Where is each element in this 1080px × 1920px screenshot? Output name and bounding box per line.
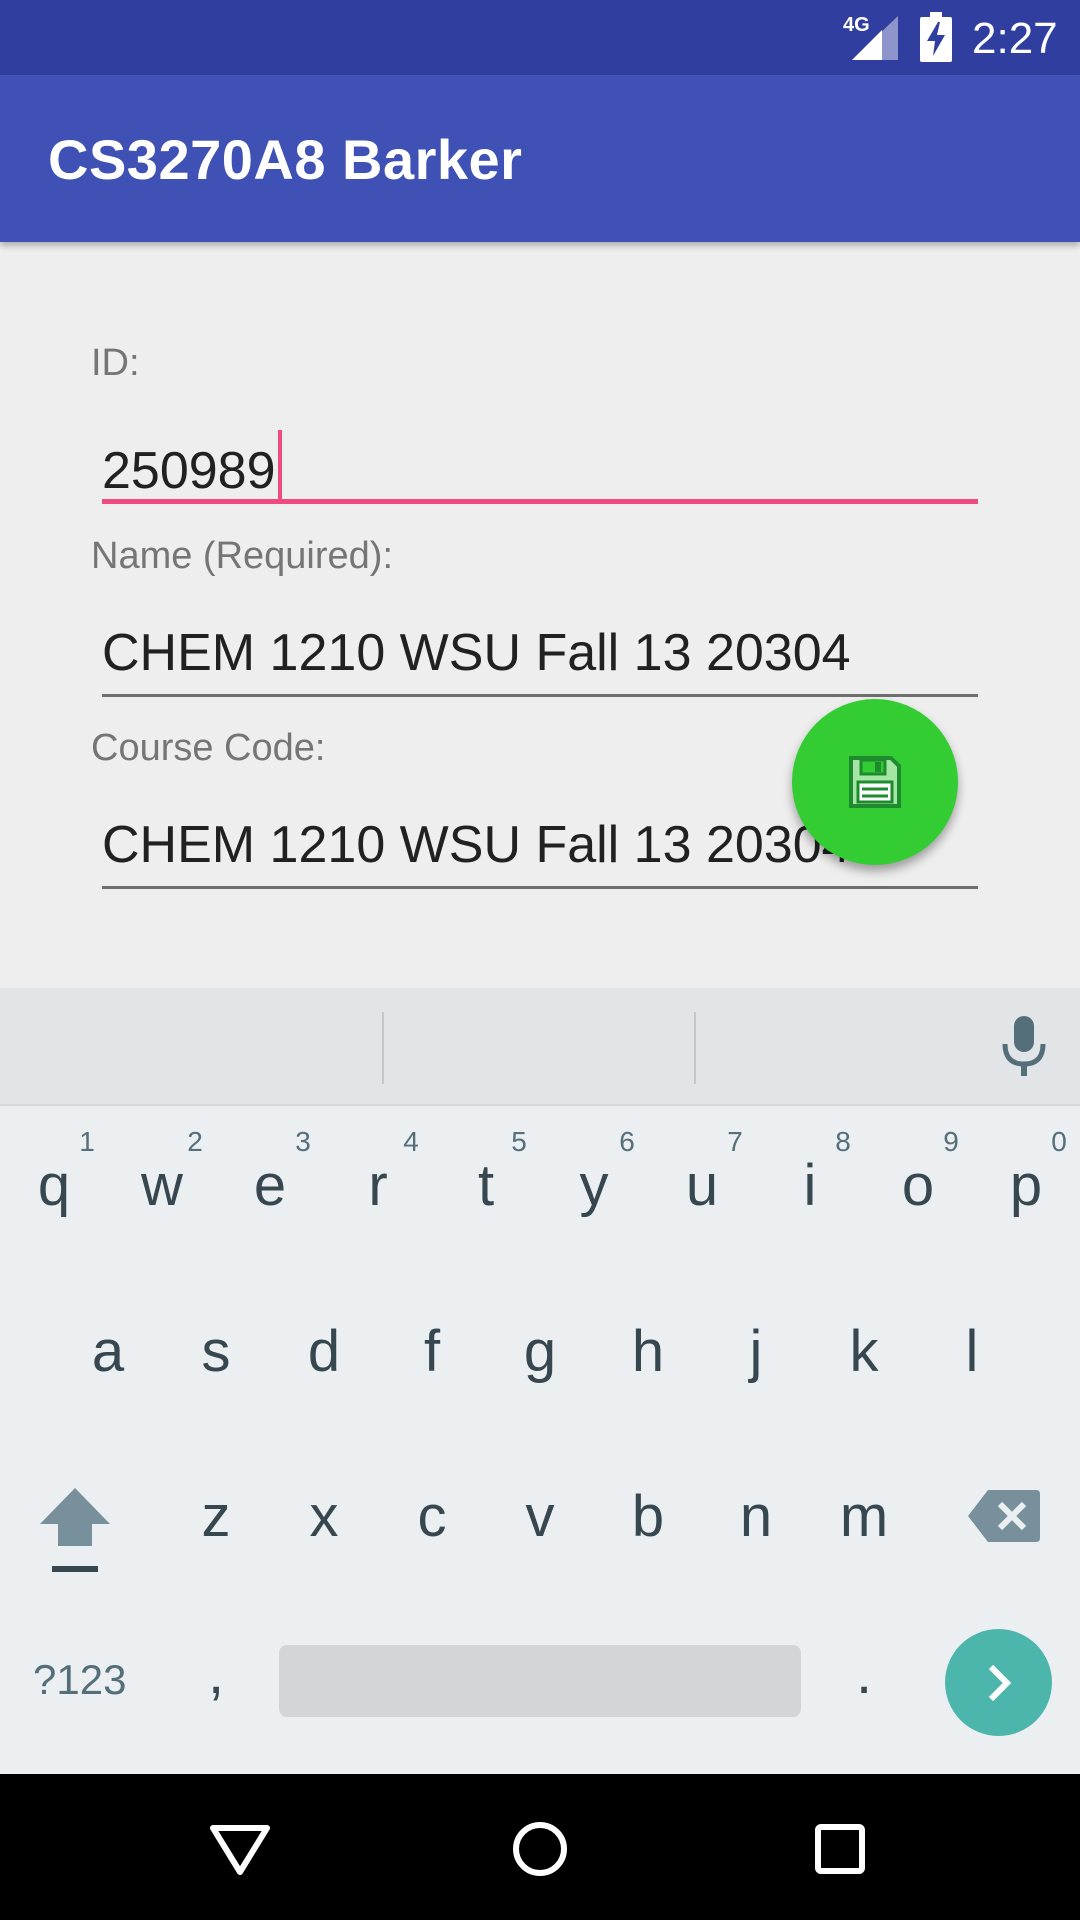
key-d[interactable]: d bbox=[284, 1318, 364, 1385]
enter-key[interactable] bbox=[945, 1629, 1052, 1736]
key-f[interactable]: f bbox=[392, 1318, 472, 1385]
key-z[interactable]: z bbox=[176, 1483, 256, 1550]
id-label: ID: bbox=[91, 342, 140, 384]
key-j[interactable]: j bbox=[716, 1318, 796, 1385]
key-n[interactable]: n bbox=[716, 1483, 796, 1550]
shift-icon[interactable] bbox=[38, 1486, 112, 1576]
key-a[interactable]: a bbox=[68, 1318, 148, 1385]
key-p[interactable]: p bbox=[986, 1152, 1066, 1219]
space-bar[interactable] bbox=[279, 1645, 801, 1717]
enter-arrow-icon bbox=[988, 1664, 1012, 1702]
id-value: 250989 bbox=[102, 442, 276, 500]
key-w[interactable]: w bbox=[122, 1152, 202, 1219]
id-field[interactable]: 250989 bbox=[102, 424, 978, 504]
key-h[interactable]: h bbox=[608, 1318, 688, 1385]
app-title: CS3270A8 Barker bbox=[48, 128, 523, 191]
key-u[interactable]: u bbox=[662, 1152, 742, 1219]
suggestion-divider bbox=[382, 1012, 384, 1084]
backspace-icon[interactable] bbox=[966, 1488, 1042, 1544]
back-icon[interactable] bbox=[195, 1804, 285, 1894]
home-icon[interactable] bbox=[495, 1804, 585, 1894]
status-bar: 4G 2:27 bbox=[0, 0, 1080, 75]
recents-icon[interactable] bbox=[795, 1804, 885, 1894]
key-q[interactable]: q bbox=[14, 1152, 94, 1219]
navigation-bar bbox=[0, 1774, 1080, 1920]
mic-icon[interactable] bbox=[1001, 1016, 1047, 1078]
key-s[interactable]: s bbox=[176, 1318, 256, 1385]
comma-key[interactable]: , bbox=[176, 1640, 256, 1707]
save-icon bbox=[849, 756, 901, 808]
key-k[interactable]: k bbox=[824, 1318, 904, 1385]
name-value: CHEM 1210 WSU Fall 13 20304 bbox=[102, 624, 851, 682]
key-l[interactable]: l bbox=[932, 1318, 1012, 1385]
signal-icon bbox=[852, 16, 898, 60]
key-i[interactable]: i bbox=[770, 1152, 850, 1219]
key-r[interactable]: r bbox=[338, 1152, 418, 1219]
text-cursor bbox=[277, 430, 282, 502]
symbols-key[interactable]: ?123 bbox=[33, 1656, 126, 1704]
period-key[interactable]: . bbox=[824, 1640, 904, 1707]
suggestion-strip bbox=[0, 988, 1080, 1106]
key-b[interactable]: b bbox=[608, 1483, 688, 1550]
key-g[interactable]: g bbox=[500, 1318, 580, 1385]
save-button[interactable] bbox=[792, 699, 958, 865]
suggestion-divider bbox=[694, 1012, 696, 1084]
key-y[interactable]: y bbox=[554, 1152, 634, 1219]
clock: 2:27 bbox=[972, 14, 1058, 63]
name-label: Name (Required): bbox=[91, 535, 393, 577]
key-x[interactable]: x bbox=[284, 1483, 364, 1550]
course-code-label: Course Code: bbox=[91, 727, 326, 769]
key-m[interactable]: m bbox=[824, 1483, 904, 1550]
key-e[interactable]: e bbox=[230, 1152, 310, 1219]
battery-charging-icon bbox=[920, 12, 952, 62]
app-bar: CS3270A8 Barker bbox=[0, 75, 1080, 242]
key-c[interactable]: c bbox=[392, 1483, 472, 1550]
key-v[interactable]: v bbox=[500, 1483, 580, 1550]
name-field[interactable]: CHEM 1210 WSU Fall 13 20304 bbox=[102, 617, 978, 697]
key-o[interactable]: o bbox=[878, 1152, 958, 1219]
key-t[interactable]: t bbox=[446, 1152, 526, 1219]
